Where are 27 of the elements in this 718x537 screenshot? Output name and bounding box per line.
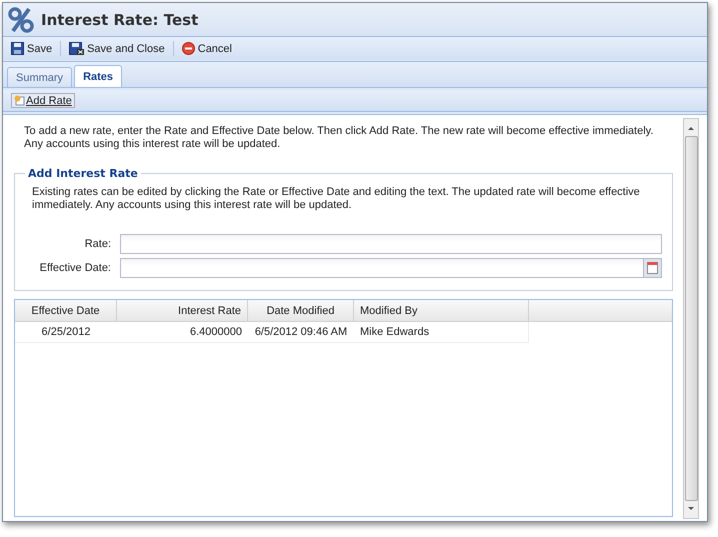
table-cell: Mike Edwards [354, 322, 529, 342]
help-text: Existing rates can be edited by clicking the Rate or Effective Date and editing the text. The updated rate will become effective immediately. Any accounts using this interest rate will be updated. [32, 186, 641, 212]
add-rate-button[interactable]: Add Rate [11, 93, 75, 108]
field-label: Effective Date: [38, 262, 112, 274]
scrollbar[interactable] [683, 118, 699, 519]
save-button[interactable]: Save [8, 40, 56, 57]
percent-icon [7, 6, 35, 34]
field-label: Rate: [84, 238, 112, 250]
tab[interactable]: Rates [74, 65, 122, 87]
column-header[interactable]: Interest Rate [117, 300, 248, 321]
add-icon [14, 95, 25, 106]
cancel-icon [182, 42, 195, 55]
column-header[interactable]: Effective Date [15, 300, 117, 321]
column-header[interactable]: Date Modified [248, 300, 354, 321]
table-cell-text: 6/5/2012 09:46 AM [254, 325, 348, 340]
column-header[interactable]: Modified By [354, 300, 529, 321]
tab[interactable]: Summary [7, 67, 72, 87]
cancel-button[interactable]: Cancel [178, 40, 235, 57]
window-title: Interest Rate: Test [41, 10, 198, 28]
section-title: Add Interest Rate [27, 167, 139, 180]
calendar-icon[interactable] [643, 259, 661, 277]
save-and-close-button[interactable]: Save and Close [66, 40, 168, 57]
instructions-text: To add a new rate, enter the Rate and Effective Date below. Then click Add Rate. The new rate will become effective immediately. Any accounts using this interest rate will be updated. [24, 125, 654, 151]
table-cell-text: 6.4000000 [189, 325, 243, 340]
input-field[interactable] [120, 234, 662, 254]
date-field[interactable] [120, 258, 662, 278]
table-cell-text: 6/25/2012 [40, 325, 92, 340]
